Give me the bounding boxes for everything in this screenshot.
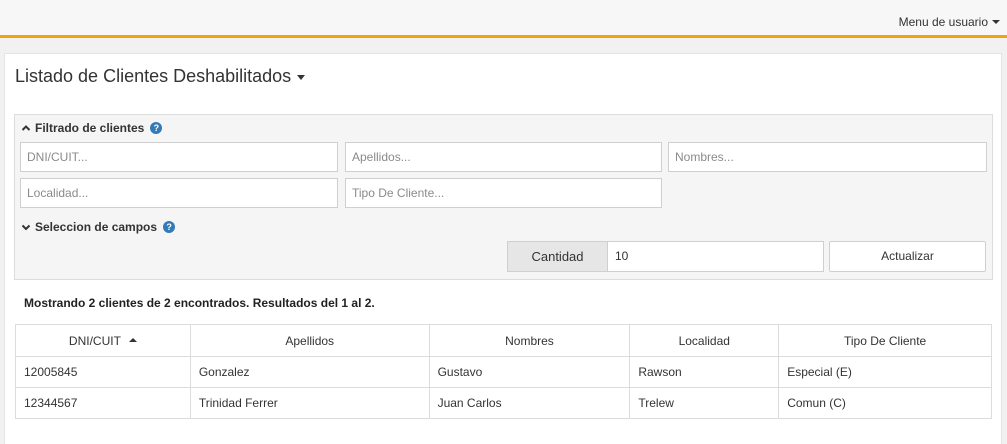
main-panel: Listado de Clientes Deshabilitados Filtr… <box>4 53 1002 444</box>
tipo-cliente-input[interactable] <box>345 178 662 208</box>
user-menu-dropdown[interactable]: Menu de usuario <box>899 15 1000 29</box>
cell-nombres: Gustavo <box>428 356 631 388</box>
help-icon[interactable]: ? <box>163 221 176 233</box>
help-icon[interactable]: ? <box>150 122 163 134</box>
table-row[interactable]: 12005845 Gonzalez Gustavo Rawson Especia… <box>15 356 992 388</box>
localidad-input[interactable] <box>20 178 338 208</box>
cell-dni: 12344567 <box>15 387 191 419</box>
cell-localidad: Rawson <box>629 356 780 388</box>
column-header-tipo[interactable]: Tipo De Cliente <box>778 324 992 357</box>
column-header-nombres[interactable]: Nombres <box>428 324 631 357</box>
column-header-apellidos[interactable]: Apellidos <box>189 324 430 357</box>
top-navbar: Menu de usuario <box>0 0 1007 38</box>
fields-section-title: Seleccion de campos <box>35 220 158 234</box>
cell-apellidos: Gonzalez <box>189 356 430 388</box>
table-header-row: DNI/CUIT Apellidos Nombres Localidad Tip… <box>15 324 992 357</box>
filter-section-toggle[interactable]: Filtrado de clientes ? <box>21 121 163 135</box>
fields-section-toggle[interactable]: Seleccion de campos ? <box>21 220 176 234</box>
column-header-dni[interactable]: DNI/CUIT <box>15 324 191 357</box>
cell-tipo: Comun (C) <box>778 387 992 419</box>
page-title-dropdown[interactable]: Listado de Clientes Deshabilitados <box>15 66 306 87</box>
column-header-localidad[interactable]: Localidad <box>629 324 780 357</box>
filter-section-title: Filtrado de clientes <box>35 121 145 135</box>
apellidos-input[interactable] <box>345 142 662 172</box>
cell-nombres: Juan Carlos <box>428 387 631 419</box>
nombres-input[interactable] <box>668 142 987 172</box>
table-row[interactable]: 12344567 Trinidad Ferrer Juan Carlos Tre… <box>15 387 992 419</box>
cell-localidad: Trelew <box>629 387 780 419</box>
caret-down-icon <box>297 75 306 80</box>
sort-ascending-icon <box>128 338 137 343</box>
clients-table: DNI/CUIT Apellidos Nombres Localidad Tip… <box>15 324 992 419</box>
caret-down-icon <box>992 20 1000 24</box>
chevron-up-icon <box>21 125 31 131</box>
page-title: Listado de Clientes Deshabilitados <box>15 66 292 86</box>
chevron-down-icon <box>21 224 31 231</box>
cell-apellidos: Trinidad Ferrer <box>189 387 430 419</box>
cell-dni: 12005845 <box>15 356 191 388</box>
results-summary: Mostrando 2 clientes de 2 encontrados. R… <box>24 296 375 310</box>
dni-cuit-input[interactable] <box>20 142 338 172</box>
quantity-label: Cantidad <box>507 241 607 272</box>
user-menu-label: Menu de usuario <box>898 15 988 29</box>
filter-box: Filtrado de clientes ? Seleccion de camp… <box>14 114 993 280</box>
update-button[interactable]: Actualizar <box>829 241 986 272</box>
cell-tipo: Especial (E) <box>778 356 992 388</box>
quantity-input[interactable]: 10 <box>607 241 824 272</box>
